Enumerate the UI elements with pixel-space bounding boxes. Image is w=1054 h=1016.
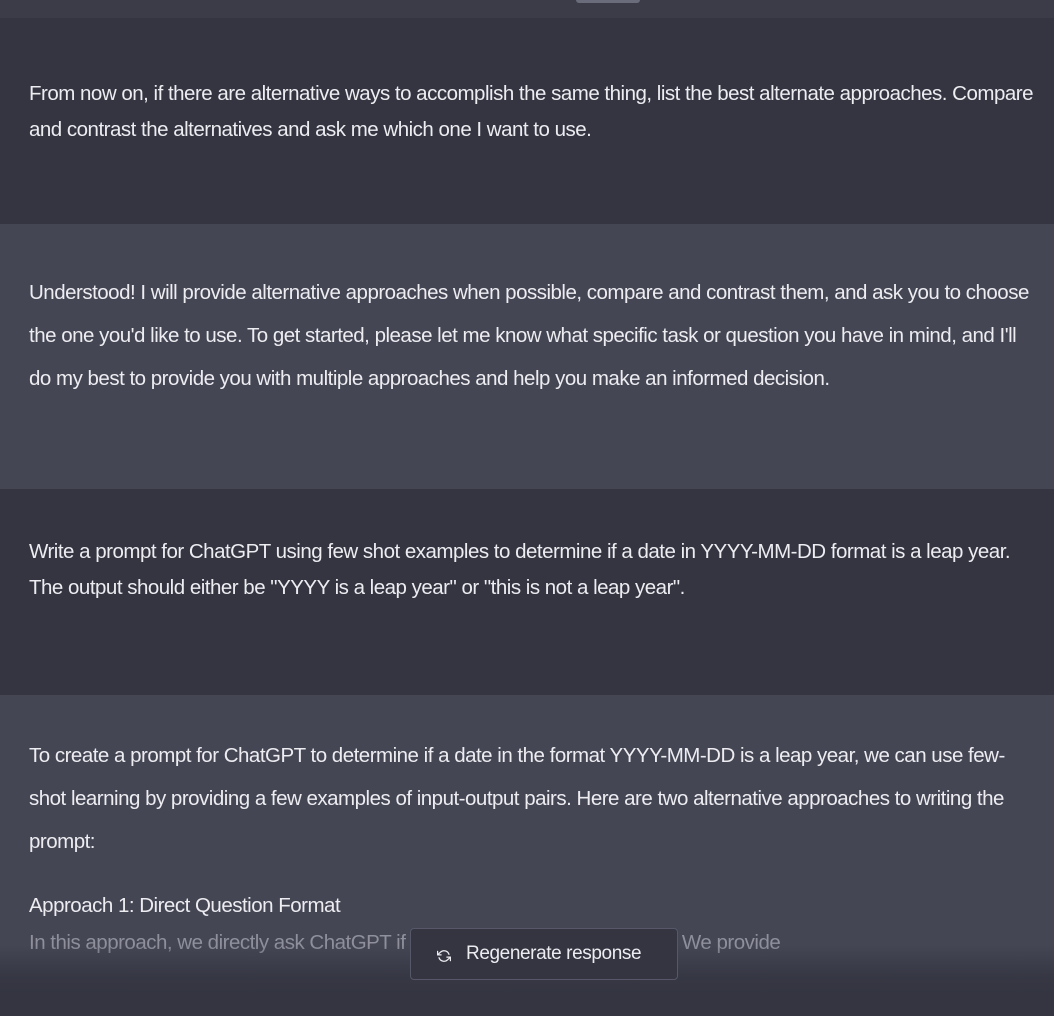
user-message: From now on, if there are alternative wa… [0,18,1054,224]
regenerate-response-label: Regenerate response [466,943,642,964]
assistant-message: Understood! I will provide alternative a… [0,224,1054,489]
user-message: Write a prompt for ChatGPT using few sho… [0,489,1054,695]
message-text: To create a prompt for ChatGPT to determ… [29,744,1005,853]
message-text: From now on, if there are alternative wa… [29,82,1033,141]
approach-heading: Approach 1: Direct Question Format [29,894,341,917]
refresh-icon [436,947,452,962]
message-text: Write a prompt for ChatGPT using few sho… [29,540,1011,599]
message-text: Understood! I will provide alternative a… [29,281,1029,390]
top-scroll-tab [576,0,640,3]
top-strip [0,0,1054,18]
regenerate-response-button[interactable]: Regenerate response [410,928,678,980]
